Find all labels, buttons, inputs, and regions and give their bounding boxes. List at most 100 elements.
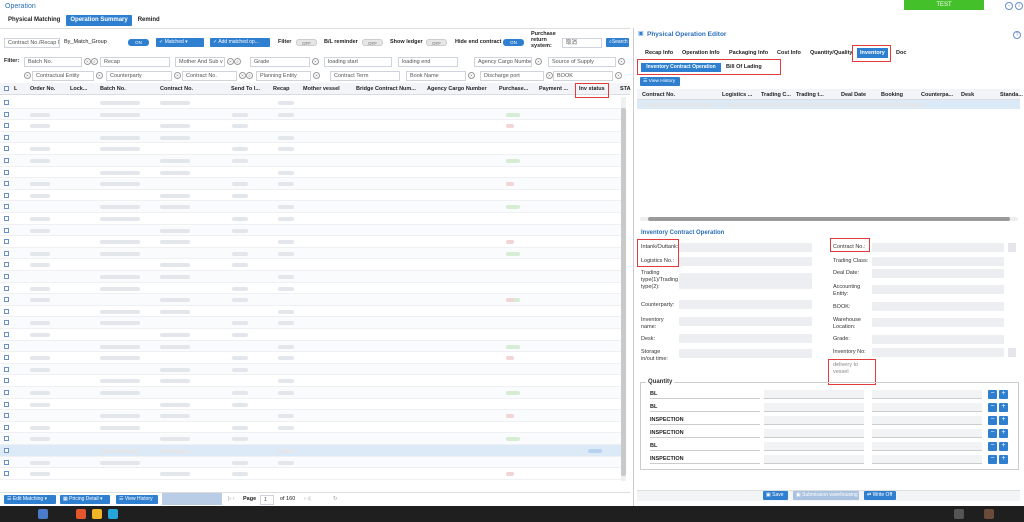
filter-toggle[interactable]: OFF <box>296 39 317 46</box>
col-header[interactable]: Deal Date <box>841 91 866 100</box>
contract-no-value[interactable] <box>872 243 1004 252</box>
clear-icon[interactable]: × <box>227 58 234 65</box>
clear-icon[interactable]: × <box>312 58 319 65</box>
row-checkbox[interactable] <box>4 216 9 221</box>
hide-end-contract-toggle[interactable]: ON <box>503 39 524 46</box>
start-icon[interactable] <box>38 509 48 519</box>
grade-value[interactable] <box>872 335 1004 344</box>
tab-operation-info[interactable]: Operation Info <box>682 49 720 58</box>
table-row[interactable] <box>0 433 622 445</box>
table-row[interactable] <box>0 468 622 480</box>
table-row[interactable] <box>0 259 622 271</box>
quantity-value-field[interactable] <box>872 403 982 412</box>
row-checkbox[interactable] <box>4 436 9 442</box>
quantity-value-field[interactable] <box>872 416 982 425</box>
accounting-entity-value[interactable] <box>872 285 1004 294</box>
minimize-icon[interactable]: − <box>1005 2 1013 10</box>
row-checkbox[interactable] <box>4 204 9 210</box>
col-header[interactable]: Payment ... <box>539 83 568 95</box>
side-button[interactable] <box>1008 348 1016 357</box>
loading-start-input[interactable]: loading start <box>324 57 392 67</box>
tab-cost-info[interactable]: Cost Info <box>777 49 801 58</box>
contract-search-input[interactable]: Contract No./Recap N <box>4 38 60 48</box>
row-checkbox[interactable] <box>4 424 9 430</box>
clear-icon[interactable]: × <box>239 72 246 79</box>
col-header[interactable]: Batch No. <box>100 83 126 95</box>
table-row[interactable] <box>0 143 622 155</box>
side-button[interactable] <box>1008 243 1016 252</box>
quantity-value-field[interactable] <box>764 403 864 412</box>
trading-class-value[interactable] <box>872 257 1004 266</box>
save-button[interactable]: ▣ Save <box>763 491 788 500</box>
table-row[interactable] <box>0 201 622 213</box>
by-match-group-toggle[interactable]: ON <box>128 39 149 46</box>
app-icon[interactable] <box>108 509 118 519</box>
table-row[interactable] <box>0 317 622 329</box>
row-checkbox[interactable] <box>4 390 9 395</box>
clear-icon[interactable]: × <box>618 58 625 65</box>
col-header[interactable]: L <box>14 83 17 95</box>
add-row-button[interactable]: + <box>999 403 1008 412</box>
view-history-button[interactable]: ☰ View History <box>116 495 158 504</box>
add-matched-button[interactable]: ✓ Add matched op... <box>210 38 270 47</box>
col-header[interactable]: Desk <box>961 91 974 100</box>
add-row-button[interactable]: + <box>999 390 1008 399</box>
tab-packaging-info[interactable]: Packaging Info <box>729 49 768 58</box>
pricing-detail-button[interactable]: ▦ Pricing Detail ▾ <box>60 495 110 504</box>
row-checkbox[interactable] <box>4 158 9 163</box>
col-header[interactable]: Send To I... <box>231 83 260 95</box>
batch-no-input[interactable]: Batch No. <box>24 57 82 67</box>
row-checkbox[interactable] <box>4 401 9 407</box>
submission-warehousing-button[interactable]: ▣ Submission warehousing <box>793 491 859 500</box>
add-row-button[interactable]: + <box>999 455 1008 464</box>
col-header[interactable]: Lock... <box>70 83 87 95</box>
table-row[interactable] <box>0 131 622 144</box>
row-checkbox[interactable] <box>4 285 9 291</box>
storage-time-value[interactable] <box>679 349 812 358</box>
search-icon[interactable]: ⌕ <box>91 58 98 65</box>
contract-no-input[interactable]: Contract No. <box>182 71 237 81</box>
table-row[interactable] <box>0 213 622 225</box>
warehouse-location-value[interactable] <box>872 318 1004 327</box>
col-header[interactable]: Contract No. <box>642 91 675 100</box>
col-header[interactable]: Recap <box>273 83 290 95</box>
col-header[interactable]: Logistics ... <box>722 91 752 100</box>
book-name-select[interactable]: Book Name <box>406 71 466 81</box>
quantity-value-field[interactable] <box>872 429 982 438</box>
row-checkbox[interactable] <box>4 227 9 233</box>
clear-icon[interactable]: × <box>546 72 553 79</box>
tab-operation-summary[interactable]: Operation Summary <box>66 15 132 26</box>
search-button[interactable]: ⌕Search <box>606 38 629 47</box>
col-header[interactable]: Purchase... <box>499 83 528 95</box>
counterparty-value[interactable] <box>679 300 812 309</box>
quantity-value-field[interactable] <box>764 429 864 438</box>
edit-matching-button[interactable]: ☰ Edit Matching ▾ <box>4 495 56 504</box>
tab-remind[interactable]: Remind <box>134 15 164 26</box>
table-row[interactable] <box>0 167 622 179</box>
tray-icon[interactable] <box>984 509 994 519</box>
row-checkbox[interactable] <box>4 134 9 140</box>
discharge-port-select[interactable]: Discharge port <box>480 71 544 81</box>
col-header[interactable]: Bridge Contract Num... <box>356 83 416 95</box>
tab-doc[interactable]: Doc <box>896 49 906 58</box>
next-page-icon[interactable]: › ›| <box>304 495 311 504</box>
table-row[interactable] <box>0 97 622 109</box>
quantity-value-field[interactable] <box>764 416 864 425</box>
editor-view-history-button[interactable]: ☰ View History <box>640 77 680 86</box>
table-row[interactable] <box>0 363 622 376</box>
table-row[interactable] <box>0 120 622 132</box>
quantity-value-field[interactable] <box>872 455 982 464</box>
book-select[interactable]: BOOK <box>553 71 613 81</box>
table-row[interactable] <box>0 410 622 422</box>
col-header[interactable]: Contract No. <box>160 83 193 95</box>
col-header[interactable]: Booking <box>881 91 903 100</box>
col-header[interactable]: Standa... <box>1000 91 1023 100</box>
inventory-name-value[interactable] <box>679 317 812 326</box>
row-checkbox[interactable] <box>4 239 9 245</box>
contractual-entity-select[interactable]: Contractual Entity <box>32 71 94 81</box>
col-header[interactable]: Order No. <box>30 83 55 95</box>
intank-value[interactable] <box>679 243 812 252</box>
quantity-type-select[interactable]: BL <box>650 442 760 451</box>
remove-row-button[interactable]: − <box>988 455 997 464</box>
logistics-no-value[interactable] <box>679 257 812 266</box>
